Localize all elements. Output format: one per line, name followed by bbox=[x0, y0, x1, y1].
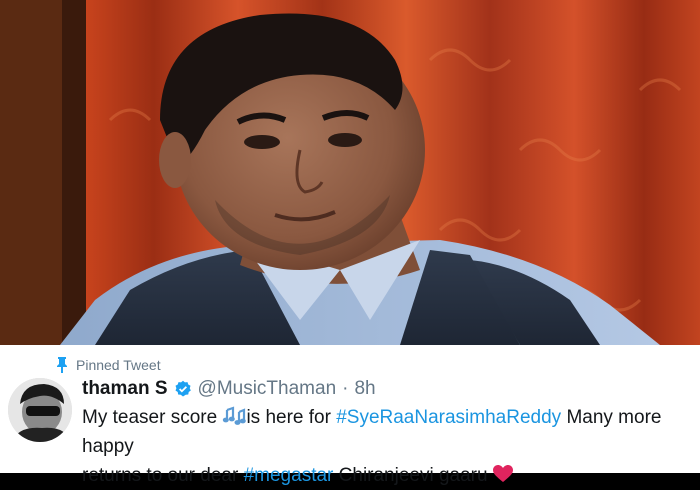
music-notes-emoji bbox=[223, 406, 247, 425]
user-handle[interactable]: @MusicThaman bbox=[198, 378, 337, 400]
tweet-text-part: Chiranjeevi gaaru bbox=[338, 465, 488, 486]
tweet-text-part: My teaser score bbox=[82, 407, 218, 428]
avatar-image bbox=[8, 378, 72, 442]
avatar[interactable] bbox=[8, 378, 72, 442]
pinned-tweet-indicator: Pinned Tweet bbox=[56, 357, 161, 373]
display-name[interactable]: thaman S bbox=[82, 378, 168, 400]
tweet-text-part: returns to our dear bbox=[82, 465, 239, 486]
hashtag-link[interactable]: #megastar bbox=[244, 465, 334, 486]
hashtag-link[interactable]: #SyeRaaNarasimhaReddy bbox=[336, 407, 561, 428]
tweet-timestamp[interactable]: 8h bbox=[354, 378, 375, 400]
separator-dot: · bbox=[342, 378, 349, 399]
tweet-text-part: is here for bbox=[246, 407, 331, 428]
tweet-text: My teaser score is here for #SyeRaaNaras… bbox=[82, 403, 692, 490]
pinned-tweet-label: Pinned Tweet bbox=[76, 357, 161, 373]
verified-badge-icon bbox=[175, 380, 191, 397]
red-heart-emoji bbox=[492, 465, 513, 482]
tweet-header: thaman S @MusicThaman · 8h bbox=[82, 378, 376, 400]
pin-icon bbox=[57, 357, 67, 373]
